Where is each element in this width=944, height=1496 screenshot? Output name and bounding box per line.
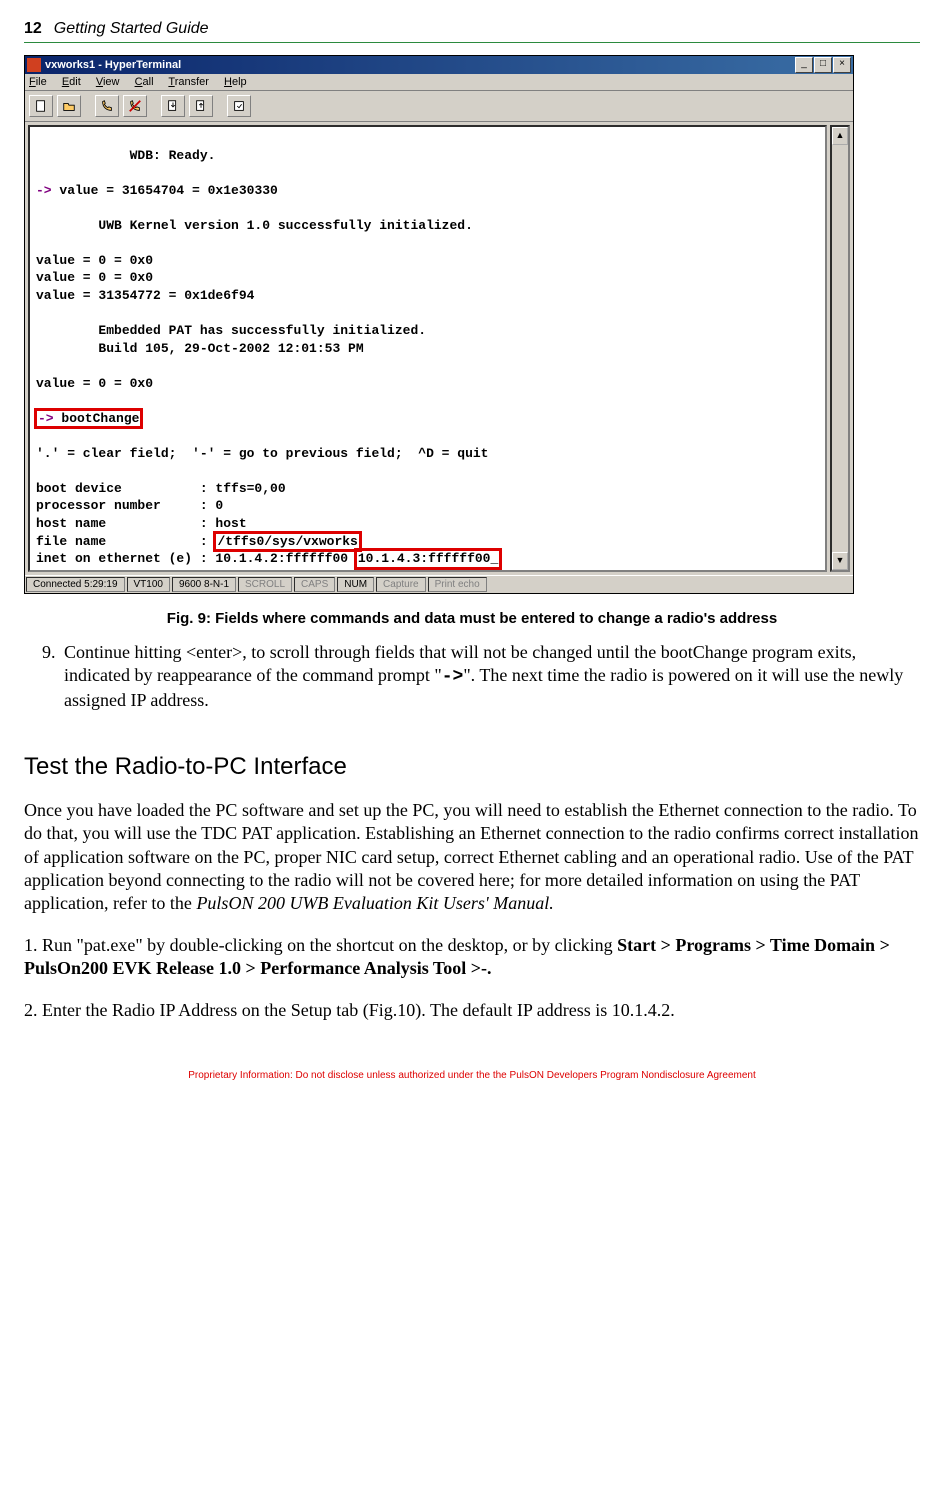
hyperterminal-screenshot: vxworks1 - HyperTerminal _ □ × File Edit…: [24, 55, 920, 594]
terminal-pane[interactable]: WDB: Ready. -> value = 31654704 = 0x1e30…: [28, 125, 827, 572]
term-line: host name : host: [36, 516, 247, 531]
term-line: processor number : 0: [36, 498, 223, 513]
prompt: ->: [36, 183, 59, 198]
step-9: Continue hitting <enter>, to scroll thro…: [60, 641, 920, 713]
menu-help[interactable]: Help: [224, 76, 247, 88]
statusbar: Connected 5:29:19 VT100 9600 8-N-1 SCROL…: [25, 575, 853, 593]
status-capture: Capture: [376, 577, 426, 592]
window-title: vxworks1 - HyperTerminal: [45, 59, 795, 71]
header-rule: [24, 42, 920, 43]
maximize-button[interactable]: □: [814, 57, 832, 73]
close-button[interactable]: ×: [833, 57, 851, 73]
toolbar: [25, 91, 853, 122]
term-line: value = 0 = 0x0: [36, 376, 153, 391]
proprietary-footer: Proprietary Information: Do not disclose…: [24, 1070, 920, 1081]
scrollbar[interactable]: ▲ ▼: [830, 125, 850, 572]
section-heading: Test the Radio-to-PC Interface: [24, 753, 920, 781]
scroll-down-icon[interactable]: ▼: [832, 552, 848, 570]
status-emulation: VT100: [127, 577, 170, 592]
menubar: File Edit View Call Transfer Help: [25, 74, 853, 91]
menu-call[interactable]: Call: [135, 76, 154, 88]
app-icon: [27, 58, 41, 72]
receive-icon[interactable]: [189, 95, 213, 117]
term-line: boot device : tffs=0,00: [36, 481, 286, 496]
inet-highlight: 10.1.4.3:ffffff00_: [356, 550, 500, 568]
term-line: Embedded PAT has successfully initialize…: [36, 323, 426, 338]
menu-edit[interactable]: Edit: [62, 76, 81, 88]
menu-view[interactable]: View: [96, 76, 120, 88]
window: vxworks1 - HyperTerminal _ □ × File Edit…: [24, 55, 854, 594]
titlebar: vxworks1 - HyperTerminal _ □ ×: [25, 56, 853, 74]
send-icon[interactable]: [161, 95, 185, 117]
menu-transfer[interactable]: Transfer: [168, 76, 209, 88]
new-icon[interactable]: [29, 95, 53, 117]
page-number: 12: [24, 20, 42, 38]
term-line: UWB Kernel version 1.0 successfully init…: [36, 218, 473, 233]
open-icon[interactable]: [57, 95, 81, 117]
term-line: inet on ethernet (e) : 10.1.4.2:ffffff00: [36, 551, 356, 566]
call-icon[interactable]: [95, 95, 119, 117]
status-echo: Print echo: [428, 577, 487, 592]
disconnect-icon[interactable]: [123, 95, 147, 117]
properties-icon[interactable]: [227, 95, 251, 117]
term-line: Build 105, 29-Oct-2002 12:01:53 PM: [36, 341, 364, 356]
term-line: value = 31654704 = 0x1e30330: [59, 183, 277, 198]
term-line: value = 0 = 0x0: [36, 270, 153, 285]
term-line: '.' = clear field; '-' = go to previous …: [36, 446, 488, 461]
minimize-button[interactable]: _: [795, 57, 813, 73]
section-intro: Once you have loaded the PC software and…: [24, 799, 920, 916]
page-title: Getting Started Guide: [54, 20, 209, 38]
step-2: 2. Enter the Radio IP Address on the Set…: [24, 999, 920, 1022]
term-line: file name :: [36, 534, 215, 549]
status-connected: Connected 5:29:19: [26, 577, 125, 592]
step-1: 1. Run "pat.exe" by double-clicking on t…: [24, 934, 920, 981]
page-header: 12 Getting Started Guide: [24, 20, 920, 38]
filename-highlight: /tffs0/sys/vxworks: [215, 533, 359, 551]
status-caps: CAPS: [294, 577, 335, 592]
menu-file[interactable]: File: [29, 76, 47, 88]
term-line: WDB: Ready.: [36, 148, 215, 163]
term-line: value = 31354772 = 0x1de6f94: [36, 288, 254, 303]
status-num: NUM: [337, 577, 374, 592]
term-line: value = 0 = 0x0: [36, 253, 153, 268]
status-baud: 9600 8-N-1: [172, 577, 236, 592]
bootchange-highlight: -> bootChange: [36, 410, 141, 428]
figure-caption: Fig. 9: Fields where commands and data m…: [24, 610, 920, 627]
scroll-up-icon[interactable]: ▲: [832, 127, 848, 145]
status-scroll: SCROLL: [238, 577, 292, 592]
